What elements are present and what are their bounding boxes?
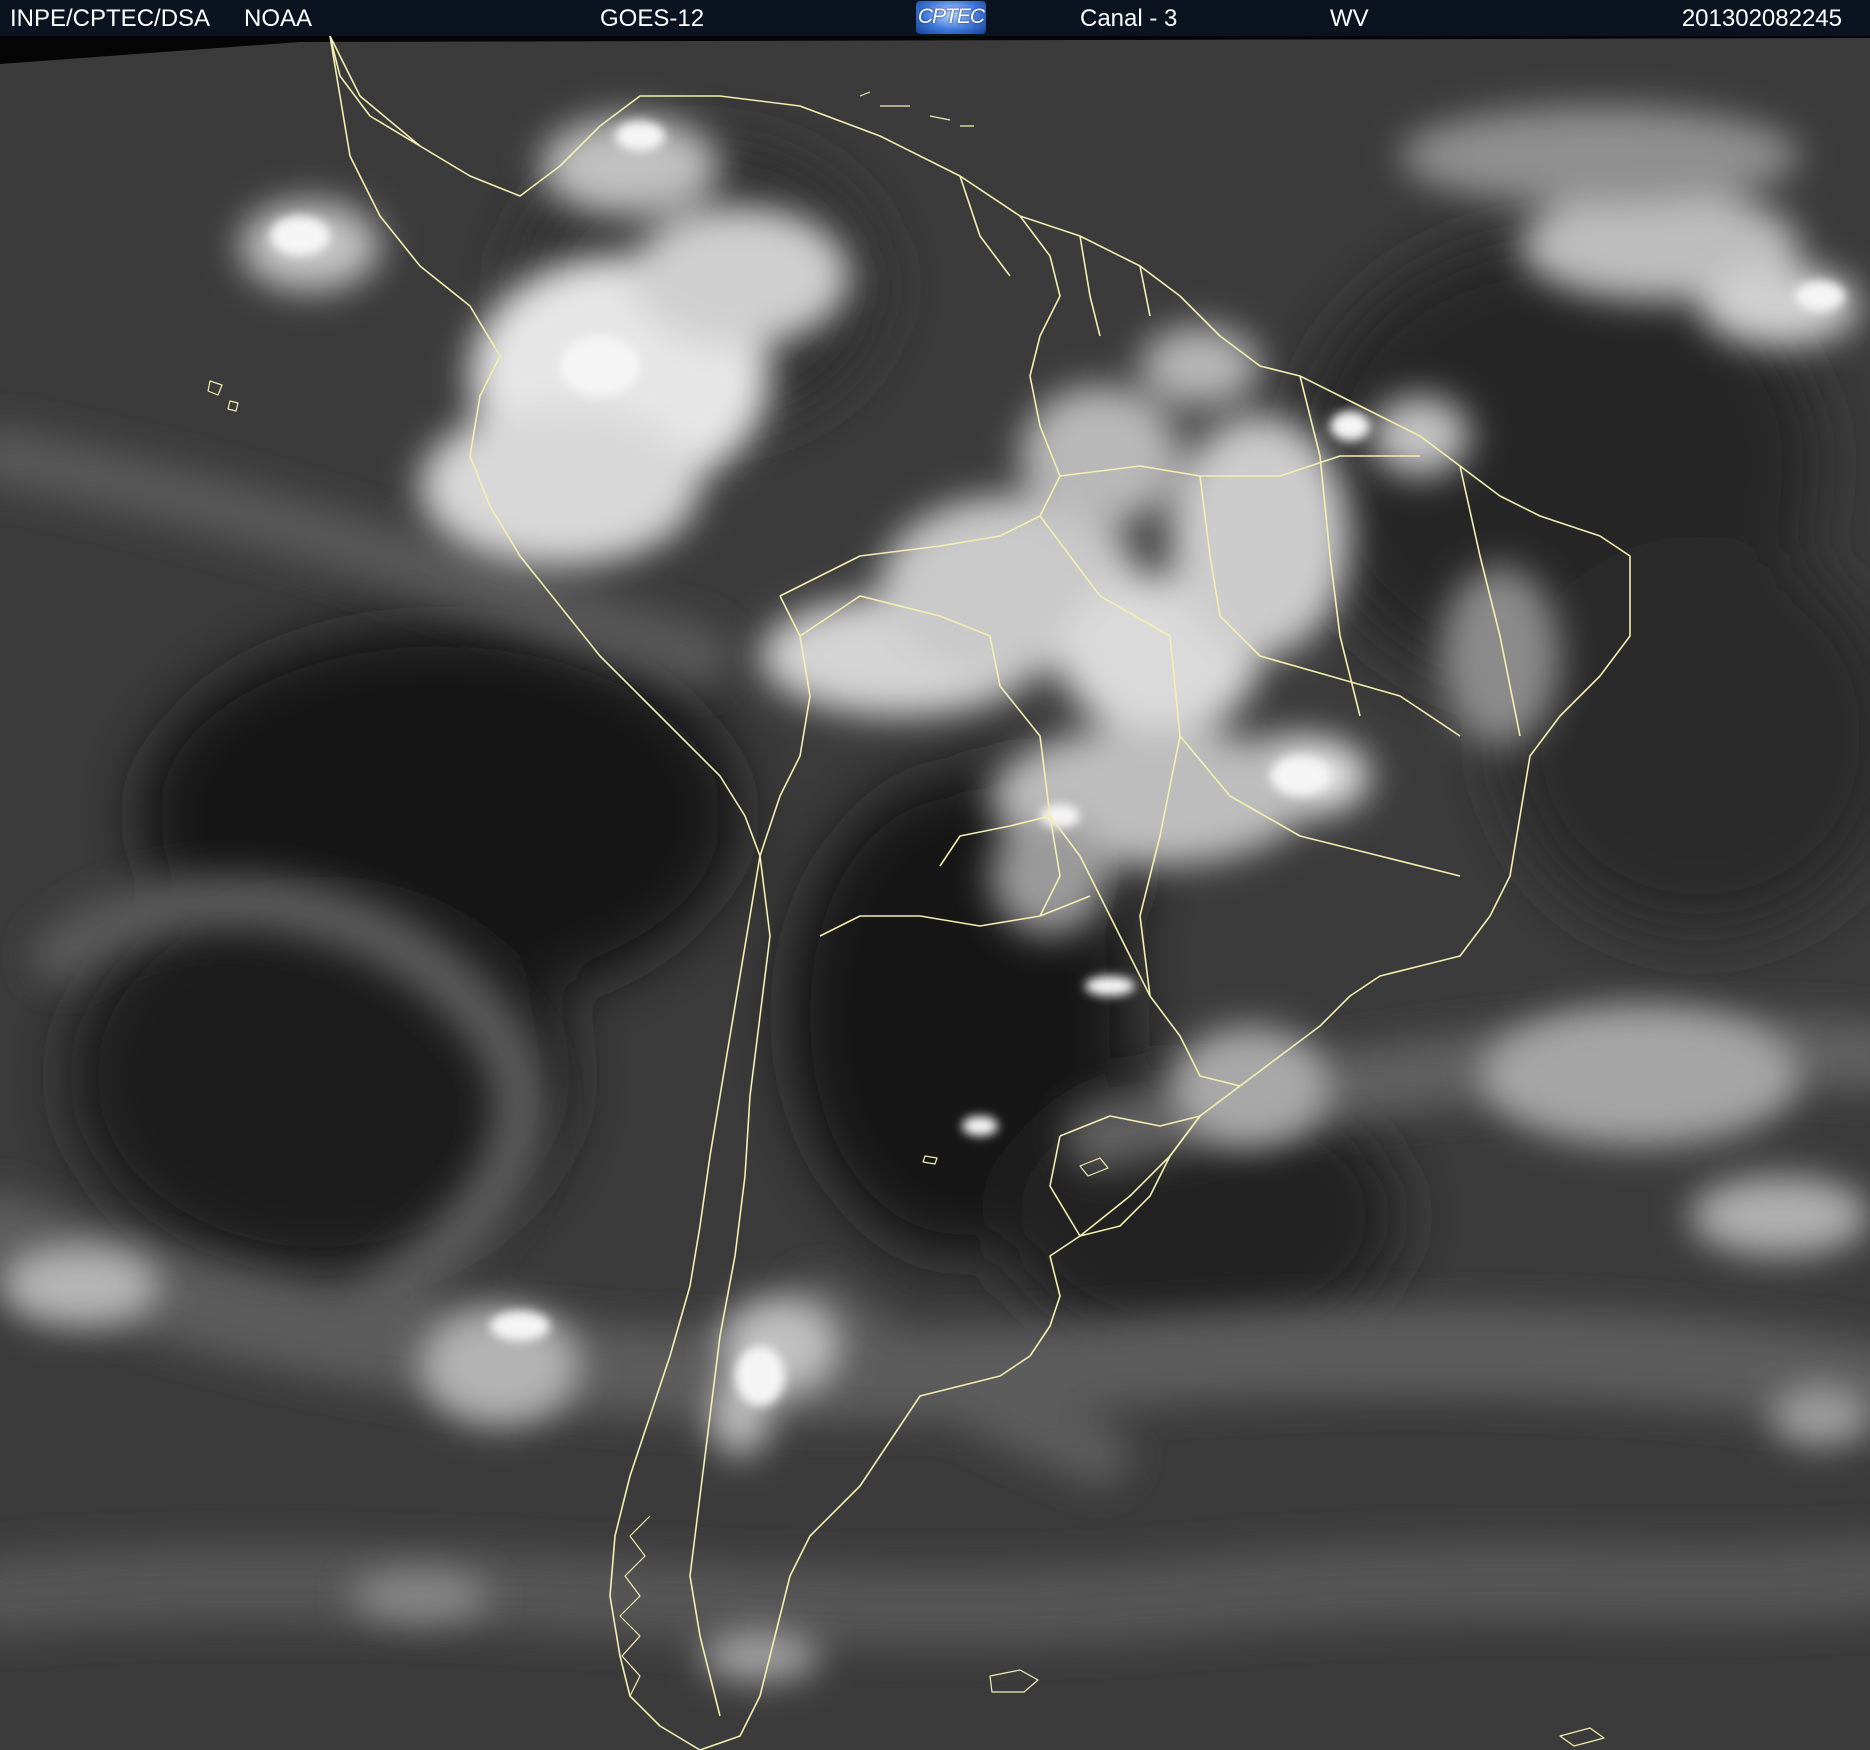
header-bar: INPE/CPTEC/DSA NOAA GOES-12 CPTEC Canal … (0, 0, 1870, 36)
channel-label: Canal - 3 (1080, 5, 1178, 32)
timestamp-label: 201302082245 (1681, 5, 1842, 32)
cptec-logo: CPTEC (916, 1, 986, 34)
band-label: WV (1330, 5, 1369, 32)
satellite-label: GOES-12 (600, 5, 705, 32)
satellite-image (0, 36, 1870, 1750)
agency-label: NOAA (244, 5, 313, 32)
organization-label: INPE/CPTEC/DSA (10, 5, 211, 32)
logo-text: CPTEC (917, 5, 985, 28)
